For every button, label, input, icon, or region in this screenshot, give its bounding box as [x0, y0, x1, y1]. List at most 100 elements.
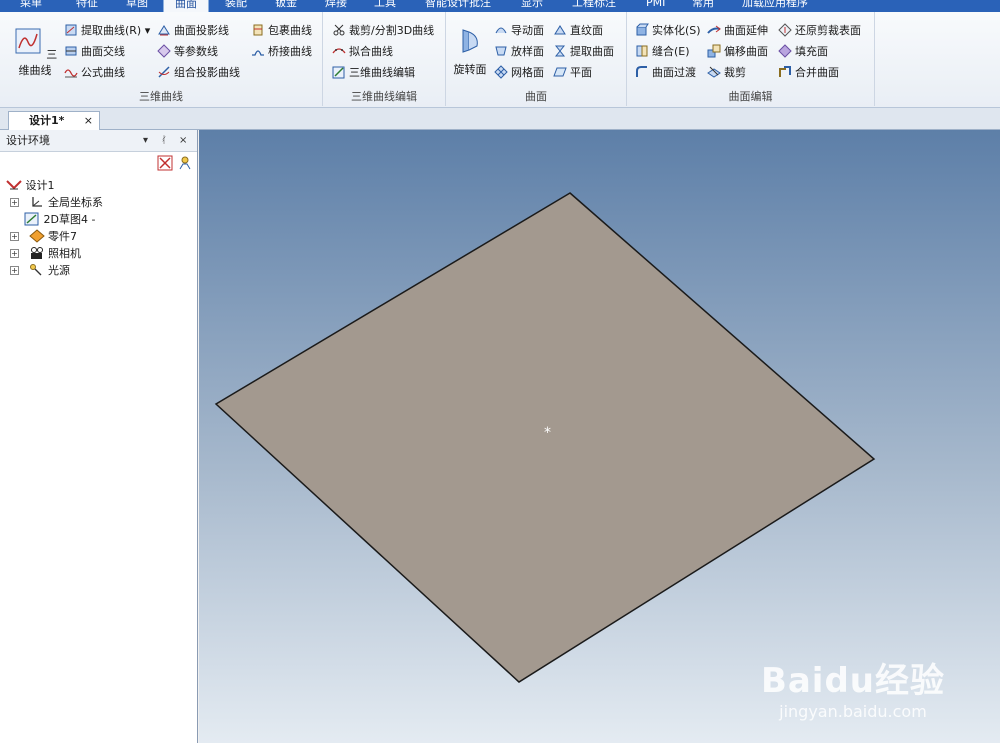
surface-extend-label: 曲面延伸 — [724, 24, 768, 37]
combined-projection-button[interactable]: 组合投影曲线 — [157, 64, 240, 82]
tree-item-2d-sketch[interactable]: 2D草图4 - — [24, 211, 95, 228]
formula-curve-label: 公式曲线 — [81, 66, 125, 79]
offset-surface-label: 偏移曲面 — [724, 45, 768, 58]
surface-intersect-icon — [65, 46, 77, 56]
tree-item-design-root[interactable]: 设计1 — [6, 177, 55, 194]
menu-tab-xianshi[interactable]: 显示 — [521, 0, 551, 12]
fit-curve-label: 拟合曲线 — [349, 45, 393, 58]
watermark: Baidu经验 jingyan.baidu.com — [761, 653, 945, 721]
extract-curve-button[interactable]: 提取曲线(R) ▾ — [64, 22, 150, 40]
menu-tab-engineering[interactable]: 工程标注 — [572, 0, 632, 12]
panel-menu-icon[interactable]: ▾ — [143, 130, 148, 152]
tree-label-camera: 照相机 — [48, 247, 81, 260]
trim-split-3d-curve-button[interactable]: 裁剪/分割3D曲线 — [332, 22, 434, 40]
fill-surface-button[interactable]: 填充面 — [778, 43, 828, 61]
ruled-surface-button[interactable]: 直纹面 — [553, 22, 603, 40]
fit-curve-button[interactable]: 拟合曲线 — [332, 43, 393, 61]
offset-surface-button[interactable]: 偏移曲面 — [707, 43, 768, 61]
extract-surface-button[interactable]: 提取曲面 — [553, 43, 614, 61]
menu-tab-gongju[interactable]: 工具 — [374, 0, 404, 12]
mesh-surface-button[interactable]: 网格面 — [494, 64, 544, 82]
expand-icon[interactable]: + — [10, 266, 19, 275]
tree-label-2d-sketch: 2D草图4 - — [43, 213, 96, 226]
fill-surface-icon — [778, 44, 792, 58]
surface-extend-icon — [707, 25, 721, 34]
delete-icon[interactable] — [157, 155, 173, 171]
sweep-surface-button[interactable]: 导动面 — [494, 22, 544, 40]
bridge-curve-label: 桥接曲线 — [268, 45, 312, 58]
ribbon-group-3d-curve: 三维曲线 提取曲线(R) ▾ 曲面交线 公式曲线 曲面投影线 等参数线 组合投影… — [0, 12, 323, 106]
menu-tab-tezheng[interactable]: 特征 — [76, 0, 106, 12]
wrap-curve-button[interactable]: 包裹曲线 — [251, 22, 312, 40]
solidify-button[interactable]: 实体化(S) — [635, 22, 701, 40]
surface-extend-button[interactable]: 曲面延伸 — [707, 22, 768, 40]
3d-curve-edit-button[interactable]: 三维曲线编辑 — [332, 64, 415, 82]
tree-item-global-coordinate[interactable]: + 全局坐标系 — [10, 194, 103, 211]
plane-button[interactable]: 平面 — [553, 64, 592, 82]
tree-item-camera[interactable]: + 照相机 — [10, 245, 81, 262]
menu-tab-zhuangpei[interactable]: 装配 — [225, 0, 255, 12]
bridge-curve-icon — [252, 50, 264, 56]
document-tab[interactable]: 设计1* × — [8, 111, 100, 130]
menu-tab-changyong[interactable]: 常用 — [692, 0, 722, 12]
fit-curve-icon — [332, 48, 346, 54]
offset-surface-icon — [707, 44, 721, 58]
group-label-3d-curve: 三维曲线 — [139, 90, 183, 103]
mesh-surface-label: 网格面 — [511, 66, 544, 79]
close-icon[interactable]: × — [84, 112, 93, 129]
menu-bar: 菜单 特征 草图 曲面 装配 钣金 焊接 工具 智能设计批注 显示 工程标注 P… — [0, 0, 1000, 12]
expand-icon[interactable]: + — [10, 232, 19, 241]
loft-surface-label: 放样面 — [511, 45, 544, 58]
menu-tab-hanjie[interactable]: 焊接 — [325, 0, 355, 12]
plane-label: 平面 — [570, 66, 592, 79]
pin-icon[interactable]: ᚰ — [161, 130, 167, 152]
iso-param-line-button[interactable]: 等参数线 — [157, 43, 218, 61]
menu-tab-caotu[interactable]: 草图 — [126, 0, 156, 12]
center-marker: * — [544, 425, 551, 441]
menu-tab-banjin[interactable]: 钣金 — [275, 0, 305, 12]
surface-intersect-button[interactable]: 曲面交线 — [64, 43, 125, 61]
restore-trimmed-surface-button[interactable]: 还原剪裁表面 — [778, 22, 861, 40]
formula-curve-button[interactable]: 公式曲线 — [64, 64, 125, 82]
tree-filter-icon[interactable] — [177, 155, 193, 171]
3d-viewport[interactable]: * Baidu经验 jingyan.baidu.com — [199, 130, 1000, 743]
expand-icon[interactable]: + — [10, 198, 19, 207]
bridge-curve-button[interactable]: 桥接曲线 — [251, 43, 312, 61]
curve-edit-icon — [332, 66, 345, 79]
mesh-surface-icon — [494, 65, 508, 79]
extract-curve-label: 提取曲线(R) — [81, 24, 142, 37]
trim-split-label: 裁剪/分割3D曲线 — [349, 24, 435, 37]
dropdown-arrow-icon[interactable]: ▾ — [141, 24, 151, 37]
surface-projection-button[interactable]: 曲面投影线 — [157, 22, 229, 40]
extract-surface-label: 提取曲面 — [570, 45, 614, 58]
group-label-surface-edit: 曲面编辑 — [728, 90, 773, 103]
surface-blend-label: 曲面过渡 — [652, 66, 696, 79]
part-icon — [28, 229, 45, 243]
iso-param-line-icon — [157, 44, 171, 58]
revolve-surface-big-button[interactable]: 旋转面 — [450, 26, 490, 77]
tree-item-part[interactable]: + 零件7 — [10, 228, 77, 245]
loft-surface-button[interactable]: 放样面 — [494, 43, 544, 61]
menu-tab-qumian[interactable]: 曲面 — [163, 0, 209, 12]
menu-tab-addins[interactable]: 加载应用程序 — [742, 0, 822, 12]
3d-curve-big-button[interactable]: 三维曲线 — [10, 26, 60, 78]
menu-tab-pmi[interactable]: PMI — [646, 0, 676, 12]
menu-tab-caidan[interactable]: 菜单 — [20, 0, 50, 12]
expand-icon[interactable]: + — [10, 249, 19, 258]
revolve-surface-icon — [462, 29, 478, 53]
sweep-surface-icon — [495, 27, 507, 34]
iso-param-line-label: 等参数线 — [174, 45, 218, 58]
panel-close-icon[interactable]: × — [179, 130, 187, 152]
loft-surface-icon — [495, 46, 507, 56]
viewport-canvas: * — [214, 192, 876, 683]
surface-projection-label: 曲面投影线 — [174, 24, 229, 37]
panel-title: 设计环境 — [6, 134, 50, 147]
sweep-surface-label: 导动面 — [511, 24, 544, 37]
trim-button[interactable]: 裁剪 — [707, 64, 746, 82]
merge-surface-button[interactable]: 合并曲面 — [778, 64, 839, 82]
sew-button[interactable]: 缝合(E) — [635, 43, 690, 61]
ribbon-group-surface: 旋转面 导动面 放样面 网格面 直纹面 提取曲面 平面 曲面 — [446, 12, 627, 106]
menu-tab-smart-design[interactable]: 智能设计批注 — [425, 0, 500, 12]
surface-blend-button[interactable]: 曲面过渡 — [635, 64, 696, 82]
tree-item-light[interactable]: + 光源 — [10, 262, 70, 279]
